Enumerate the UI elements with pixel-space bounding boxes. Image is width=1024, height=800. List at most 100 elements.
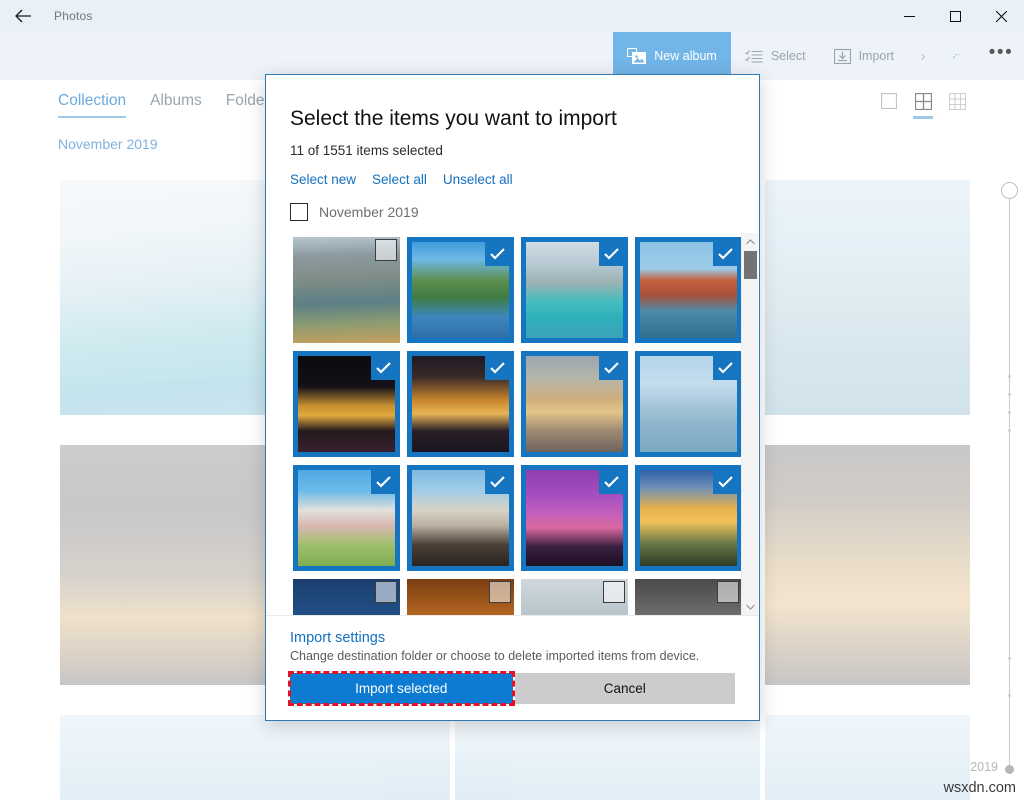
back-arrow-icon — [15, 9, 32, 23]
select-new-link[interactable]: Select new — [290, 172, 356, 187]
thumb-eiffel-purple-sky[interactable] — [518, 461, 631, 575]
more-options-button[interactable]: ••• — [978, 32, 1024, 80]
gallery-month-heading: November 2019 — [58, 136, 158, 152]
photos-app-window: Photos New album — [0, 0, 1024, 800]
thumb-seine-sunset[interactable] — [518, 347, 631, 461]
window-controls — [886, 0, 1024, 32]
gallery-photo[interactable] — [60, 715, 450, 800]
new-album-label: New album — [654, 49, 717, 63]
unselect-all-link[interactable]: Unselect all — [443, 172, 513, 187]
minimize-button[interactable] — [886, 0, 932, 32]
close-button[interactable] — [978, 0, 1024, 32]
import-dialog: Select the items you want to import 11 o… — [265, 74, 760, 721]
thumb-checkbox-checked[interactable] — [713, 241, 738, 266]
tab-folders[interactable]: Folde — [226, 92, 265, 113]
thumb-monochrome-partial[interactable] — [632, 575, 745, 615]
scrubber-track — [1009, 192, 1010, 772]
new-album-icon — [627, 48, 646, 65]
thumb-town-canal[interactable] — [290, 233, 403, 347]
scrollbar-up-arrow-icon[interactable] — [742, 233, 759, 250]
cancel-button[interactable]: Cancel — [515, 673, 736, 704]
back-button[interactable] — [0, 0, 46, 32]
dialog-title: Select the items you want to import — [290, 107, 759, 131]
scrollbar-down-arrow-icon[interactable] — [742, 598, 759, 615]
thumb-checkbox-checked[interactable] — [371, 355, 396, 380]
select-button[interactable]: Select — [731, 32, 820, 80]
scrubber-end-marker — [1005, 765, 1014, 774]
scrubber-tick — [1008, 694, 1011, 697]
thumb-checkbox-checked[interactable] — [713, 469, 738, 494]
import-label: Import — [859, 49, 894, 63]
group-header-row[interactable]: November 2019 — [290, 203, 759, 221]
loading-spinner-icon — [938, 32, 978, 80]
maximize-button[interactable] — [932, 0, 978, 32]
dialog-scrollbar[interactable] — [741, 233, 758, 615]
thumb-river-daylight[interactable] — [632, 347, 745, 461]
thumb-checkbox-checked[interactable] — [485, 355, 510, 380]
import-settings-description: Change destination folder or choose to d… — [290, 649, 735, 663]
thumb-checkbox-unchecked[interactable] — [717, 581, 739, 603]
thumb-coastal-bay[interactable] — [518, 233, 631, 347]
dialog-button-row: Import selected Cancel — [290, 673, 735, 704]
tab-collection[interactable]: Collection — [58, 92, 126, 113]
thumb-grey-sky-partial[interactable] — [518, 575, 631, 615]
thumb-checkbox-checked[interactable] — [599, 241, 624, 266]
import-icon — [834, 48, 851, 65]
group-label: November 2019 — [319, 204, 419, 220]
thumb-checkbox-checked[interactable] — [485, 241, 510, 266]
scrubber-tick — [1008, 375, 1011, 378]
select-label: Select — [771, 49, 806, 63]
thumb-checkbox-unchecked[interactable] — [603, 581, 625, 603]
thumb-paris-casino-night[interactable] — [290, 347, 403, 461]
thumb-bellagio-fountains[interactable] — [404, 347, 517, 461]
watermark: wsxdn.com — [943, 780, 1016, 796]
view-mode-group — [878, 90, 968, 112]
import-button[interactable]: Import — [820, 32, 908, 80]
single-view-icon[interactable] — [878, 90, 900, 112]
medium-grid-view-icon[interactable] — [912, 90, 934, 112]
thumbnail-grid — [290, 233, 746, 615]
thumb-checkbox-checked[interactable] — [713, 355, 738, 380]
thumb-checkbox-unchecked[interactable] — [489, 581, 511, 603]
thumb-amber-partial[interactable] — [404, 575, 517, 615]
tab-albums[interactable]: Albums — [150, 92, 202, 113]
gallery-photo[interactable] — [765, 715, 970, 800]
commandbar-expand-chevron-icon[interactable]: › — [908, 32, 938, 80]
thumb-checkbox-checked[interactable] — [485, 469, 510, 494]
thumb-eiffel-sunset[interactable] — [632, 461, 745, 575]
scrollbar-thumb[interactable] — [744, 251, 757, 279]
thumb-checkbox-checked[interactable] — [371, 469, 396, 494]
small-grid-view-icon[interactable] — [946, 90, 968, 112]
dialog-selection-count: 11 of 1551 items selected — [290, 143, 759, 158]
gallery-photo[interactable] — [765, 445, 970, 685]
select-icon — [745, 49, 763, 64]
import-selected-button[interactable]: Import selected — [290, 673, 513, 704]
thumb-disney-hotel-day[interactable] — [290, 461, 403, 575]
thumb-disney-hotel-dusk[interactable] — [404, 461, 517, 575]
gallery-photo[interactable] — [765, 180, 970, 415]
thumb-lake-hillside[interactable] — [404, 233, 517, 347]
scrubber-handle[interactable] — [1001, 182, 1018, 199]
thumb-checkbox-checked[interactable] — [599, 469, 624, 494]
group-checkbox[interactable] — [290, 203, 308, 221]
scrubber-tick — [1008, 411, 1011, 414]
gallery-photo[interactable] — [455, 715, 760, 800]
command-bar: New album Select Import › — [0, 32, 1024, 80]
thumb-checkbox-unchecked[interactable] — [375, 239, 397, 261]
scrubber-tick — [1008, 393, 1011, 396]
dialog-footer: Import settings Change destination folde… — [266, 615, 759, 720]
app-title: Photos — [54, 9, 93, 23]
scrubber-tick — [1008, 429, 1011, 432]
thumb-blue-partial[interactable] — [290, 575, 403, 615]
thumbnail-scroll-area — [266, 233, 759, 615]
thumb-checkbox-unchecked[interactable] — [375, 581, 397, 603]
scrubber-year-label: 2019 — [970, 760, 998, 774]
new-album-button[interactable]: New album — [613, 32, 731, 80]
dialog-selection-links: Select new Select all Unselect all — [290, 172, 735, 187]
thumb-checkbox-checked[interactable] — [599, 355, 624, 380]
import-settings-link[interactable]: Import settings — [290, 630, 735, 646]
title-bar: Photos — [0, 0, 1024, 32]
timeline-scrubber[interactable]: 2019 — [975, 170, 1024, 800]
thumb-golden-gate-bridge[interactable] — [632, 233, 745, 347]
select-all-link[interactable]: Select all — [372, 172, 427, 187]
